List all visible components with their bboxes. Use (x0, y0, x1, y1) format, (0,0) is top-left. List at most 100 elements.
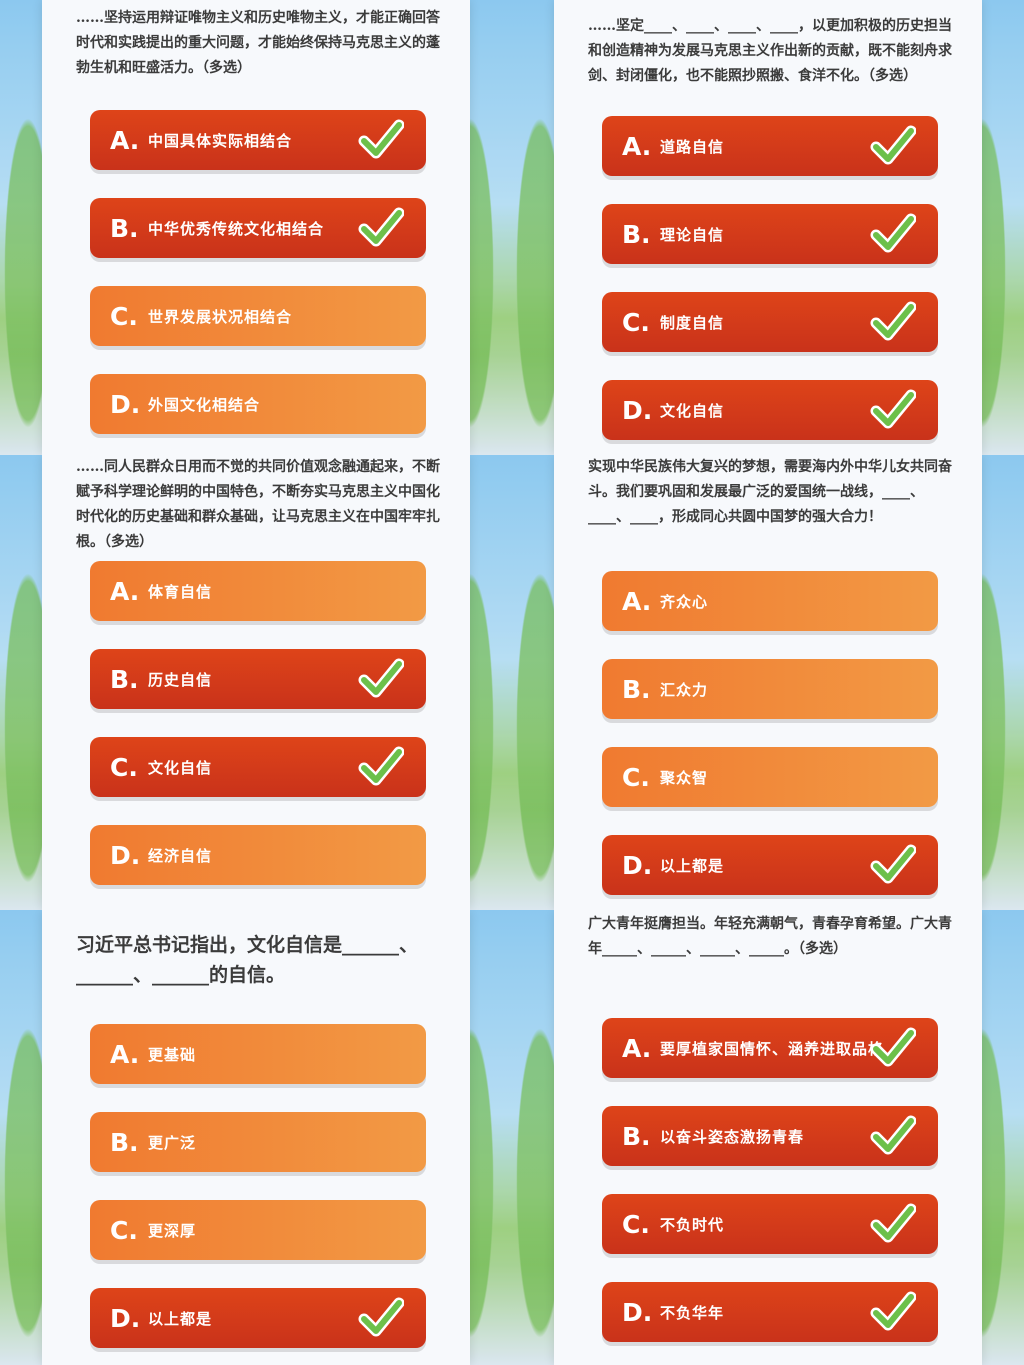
option-letter: D. (110, 1303, 141, 1333)
answer-option-d[interactable]: D. 以上都是 (602, 835, 938, 895)
option-letter: D. (622, 395, 653, 425)
answer-option-b[interactable]: B. 历史自信 (90, 649, 426, 709)
question-text: 习近平总书记指出，文化自信是______、______、______的自信。 (76, 934, 419, 986)
quiz-screenshot-grid: ……坚持运用辩证唯物主义和历史唯物主义，才能正确回答时代和实践提出的重大问题，才… (0, 0, 1024, 1365)
option-letter: A. (110, 576, 140, 606)
answer-option-c[interactable]: C. 聚众智 (602, 747, 938, 807)
check-icon (358, 746, 404, 786)
option-label: 齐众心 (660, 592, 709, 611)
check-icon (870, 1291, 916, 1331)
answer-option-b[interactable]: B. 中华优秀传统文化相结合 (90, 198, 426, 258)
answer-option-a[interactable]: A. 中国具体实际相结合 (90, 110, 426, 170)
answer-option-d[interactable]: D. 以上都是 (90, 1288, 426, 1348)
option-label: 汇众力 (660, 680, 709, 699)
option-letter: C. (110, 1215, 138, 1245)
answer-option-b[interactable]: B. 汇众力 (602, 659, 938, 719)
option-letter: C. (110, 752, 138, 782)
answer-option-b[interactable]: B. 更广泛 (90, 1112, 426, 1172)
answer-option-c[interactable]: C. 制度自信 (602, 292, 938, 352)
option-label: 以上都是 (660, 856, 725, 875)
check-icon (870, 1115, 916, 1155)
option-label: 文化自信 (660, 401, 725, 420)
answer-option-c[interactable]: C. 文化自信 (90, 737, 426, 797)
option-letter: B. (110, 664, 139, 694)
option-label: 文化自信 (148, 758, 213, 777)
quiz-panel: ……同人民群众日用而不觉的共同价值观念融通起来，不断赋予科学理论鲜明的中国特色，… (0, 455, 512, 910)
answer-option-b[interactable]: B. 理论自信 (602, 204, 938, 264)
question-text: ……同人民群众日用而不觉的共同价值观念融通起来，不断赋予科学理论鲜明的中国特色，… (76, 459, 440, 550)
answer-option-a[interactable]: A. 道路自信 (602, 116, 938, 176)
option-label: 中华优秀传统文化相结合 (148, 219, 325, 238)
option-label: 历史自信 (148, 670, 213, 689)
option-letter: B. (110, 1127, 139, 1157)
check-icon (870, 1027, 916, 1067)
option-letter: B. (622, 1121, 651, 1151)
option-label: 以上都是 (148, 1309, 213, 1328)
option-letter: D. (110, 389, 141, 419)
option-letter: A. (622, 1033, 652, 1063)
quiz-panel: 习近平总书记指出，文化自信是______、______、______的自信。 A.… (0, 910, 512, 1365)
option-letter: D. (622, 1297, 653, 1327)
option-letter: C. (622, 1209, 650, 1239)
option-letter: A. (110, 125, 140, 155)
check-icon (870, 389, 916, 429)
answer-option-b[interactable]: B. 以奋斗姿态激扬青春 (602, 1106, 938, 1166)
answer-option-a[interactable]: A. 齐众心 (602, 571, 938, 631)
quiz-panel: ……坚持运用辩证唯物主义和历史唯物主义，才能正确回答时代和实践提出的重大问题，才… (0, 0, 512, 455)
option-letter: C. (110, 301, 138, 331)
option-label: 不负时代 (660, 1215, 725, 1234)
answer-option-c[interactable]: C. 世界发展状况相结合 (90, 286, 426, 346)
answer-option-a[interactable]: A. 更基础 (90, 1024, 426, 1084)
option-letter: D. (622, 850, 653, 880)
option-label: 中国具体实际相结合 (148, 131, 293, 150)
question-card: ……坚持运用辩证唯物主义和历史唯物主义，才能正确回答时代和实践提出的重大问题，才… (42, 0, 470, 455)
answer-option-d[interactable]: D. 不负华年 (602, 1282, 938, 1342)
option-letter: A. (110, 1039, 140, 1069)
question-card: 广大青年挺膺担当。年轻充满朝气，青春孕育希望。广大青年_____、_____、_… (554, 910, 982, 1365)
question-card: 实现中华民族伟大复兴的梦想，需要海内外中华儿女共同奋斗。我们要巩固和发展最广泛的… (554, 455, 982, 910)
option-label: 更广泛 (148, 1133, 197, 1152)
option-label: 体育自信 (148, 582, 213, 601)
option-label: 要厚植家国情怀、涵养进取品格 (660, 1039, 885, 1058)
check-icon (870, 125, 916, 165)
option-letter: A. (622, 131, 652, 161)
question-text: ……坚持运用辩证唯物主义和历史唯物主义，才能正确回答时代和实践提出的重大问题，才… (76, 10, 440, 76)
option-label: 以奋斗姿态激扬青春 (660, 1127, 805, 1146)
check-icon (870, 1203, 916, 1243)
question-card: ……坚定____、____、____、____，以更加积极的历史担当和创造精神为… (554, 0, 982, 455)
check-icon (358, 119, 404, 159)
answer-option-a[interactable]: A. 要厚植家国情怀、涵养进取品格 (602, 1018, 938, 1078)
answer-option-d[interactable]: D. 经济自信 (90, 825, 426, 885)
check-icon (870, 844, 916, 884)
question-text: 广大青年挺膺担当。年轻充满朝气，青春孕育希望。广大青年_____、_____、_… (588, 916, 952, 957)
option-label: 世界发展状况相结合 (148, 307, 293, 326)
option-label: 道路自信 (660, 137, 725, 156)
answer-option-d[interactable]: D. 外国文化相结合 (90, 374, 426, 434)
option-label: 理论自信 (660, 225, 725, 244)
quiz-panel: 广大青年挺膺担当。年轻充满朝气，青春孕育希望。广大青年_____、_____、_… (512, 910, 1024, 1365)
option-letter: B. (622, 674, 651, 704)
option-letter: B. (622, 219, 651, 249)
check-icon (870, 213, 916, 253)
option-label: 经济自信 (148, 846, 213, 865)
option-label: 更基础 (148, 1045, 197, 1064)
option-label: 不负华年 (660, 1303, 725, 1322)
quiz-panel: ……坚定____、____、____、____，以更加积极的历史担当和创造精神为… (512, 0, 1024, 455)
answer-option-d[interactable]: D. 文化自信 (602, 380, 938, 440)
option-letter: B. (110, 213, 139, 243)
option-label: 更深厚 (148, 1221, 197, 1240)
option-letter: A. (622, 586, 652, 616)
check-icon (358, 207, 404, 247)
option-label: 聚众智 (660, 768, 709, 787)
answer-option-c[interactable]: C. 不负时代 (602, 1194, 938, 1254)
question-card: 习近平总书记指出，文化自信是______、______、______的自信。 A.… (42, 910, 470, 1365)
option-letter: C. (622, 307, 650, 337)
option-label: 外国文化相结合 (148, 395, 261, 414)
option-letter: D. (110, 840, 141, 870)
check-icon (358, 658, 404, 698)
option-letter: C. (622, 762, 650, 792)
answer-option-a[interactable]: A. 体育自信 (90, 561, 426, 621)
option-label: 制度自信 (660, 313, 725, 332)
question-card: ……同人民群众日用而不觉的共同价值观念融通起来，不断赋予科学理论鲜明的中国特色，… (42, 455, 470, 910)
answer-option-c[interactable]: C. 更深厚 (90, 1200, 426, 1260)
